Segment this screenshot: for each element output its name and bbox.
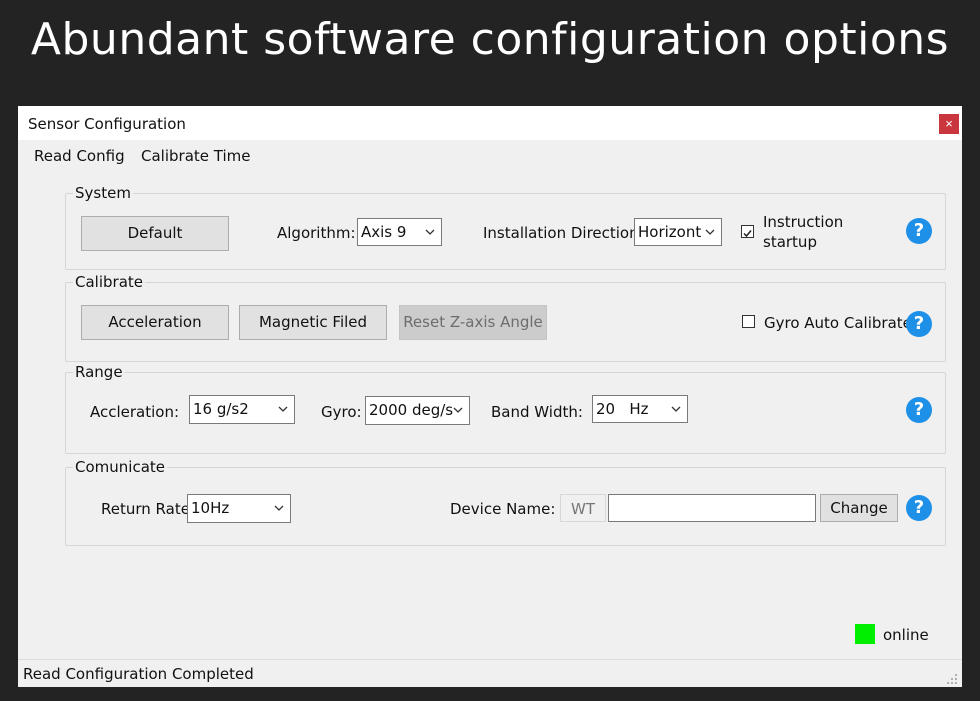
gyro-auto-calibrate-checkbox[interactable] [742, 315, 755, 328]
gyro-auto-calibrate-label: Gyro Auto Calibrate [764, 314, 912, 332]
status-bar: Read Configuration Completed [18, 659, 962, 687]
chevron-down-icon [705, 229, 715, 235]
return-rate-label: Return Rate: [101, 500, 195, 518]
instruction-startup-checkbox[interactable] [741, 225, 754, 238]
change-device-name-button[interactable]: Change [820, 494, 898, 522]
sensor-config-window: Sensor Configuration × Read Config Calib… [18, 106, 962, 687]
device-name-prefix: WT [560, 494, 606, 522]
instruction-startup-label-line1: Instruction [763, 213, 844, 231]
device-name-label: Device Name: [450, 500, 556, 518]
window-title: Sensor Configuration [28, 115, 186, 133]
menu-calibrate-time[interactable]: Calibrate Time [141, 147, 250, 165]
online-status-label: online [883, 626, 929, 644]
installation-direction-select[interactable]: Horizontal [634, 218, 722, 246]
chevron-down-icon [278, 406, 288, 412]
chevron-down-icon [274, 505, 284, 511]
default-button[interactable]: Default [81, 216, 229, 251]
check-icon [743, 230, 752, 238]
band-width-select[interactable]: 20 Hz [592, 395, 688, 423]
instruction-startup-label-line2: startup [763, 233, 817, 251]
acceleration-range-select[interactable]: 16 g/s2 [189, 395, 295, 424]
help-icon[interactable]: ? [906, 311, 932, 337]
device-name-input[interactable] [608, 494, 816, 522]
reset-z-axis-button: Reset Z-axis Angle [399, 305, 547, 340]
banner-headline: Abundant software configuration options [30, 14, 950, 65]
magnetic-calibrate-button[interactable]: Magnetic Filed [239, 305, 387, 340]
algorithm-select[interactable]: Axis 9 [357, 218, 442, 246]
help-icon[interactable]: ? [906, 397, 932, 423]
gyro-range-select[interactable]: 2000 deg/s [365, 396, 470, 425]
acceleration-range-label: Accleration: [90, 403, 180, 421]
chevron-down-icon [425, 229, 435, 235]
calibrate-group-label: Calibrate [73, 273, 145, 291]
status-message: Read Configuration Completed [23, 665, 254, 683]
chevron-down-icon [453, 407, 463, 413]
range-group-label: Range [73, 363, 125, 381]
acceleration-calibrate-button[interactable]: Acceleration [81, 305, 229, 340]
help-icon[interactable]: ? [906, 218, 932, 244]
installation-direction-label: Installation Direction: [483, 224, 644, 242]
band-width-label: Band Width: [491, 403, 583, 421]
close-button[interactable]: × [939, 114, 959, 134]
help-icon[interactable]: ? [906, 495, 932, 521]
title-bar: Sensor Configuration × [18, 106, 962, 140]
communicate-group-label: Comunicate [73, 458, 167, 476]
system-group-label: System [73, 184, 133, 202]
gyro-range-label: Gyro: [321, 403, 362, 421]
resize-grip-icon[interactable] [946, 673, 958, 685]
menu-bar: Read Config Calibrate Time [18, 140, 962, 170]
algorithm-label: Algorithm: [277, 224, 356, 242]
menu-read-config[interactable]: Read Config [34, 147, 125, 165]
return-rate-select[interactable]: 10Hz [187, 494, 291, 523]
chevron-down-icon [671, 406, 681, 412]
online-status-indicator [855, 624, 875, 644]
